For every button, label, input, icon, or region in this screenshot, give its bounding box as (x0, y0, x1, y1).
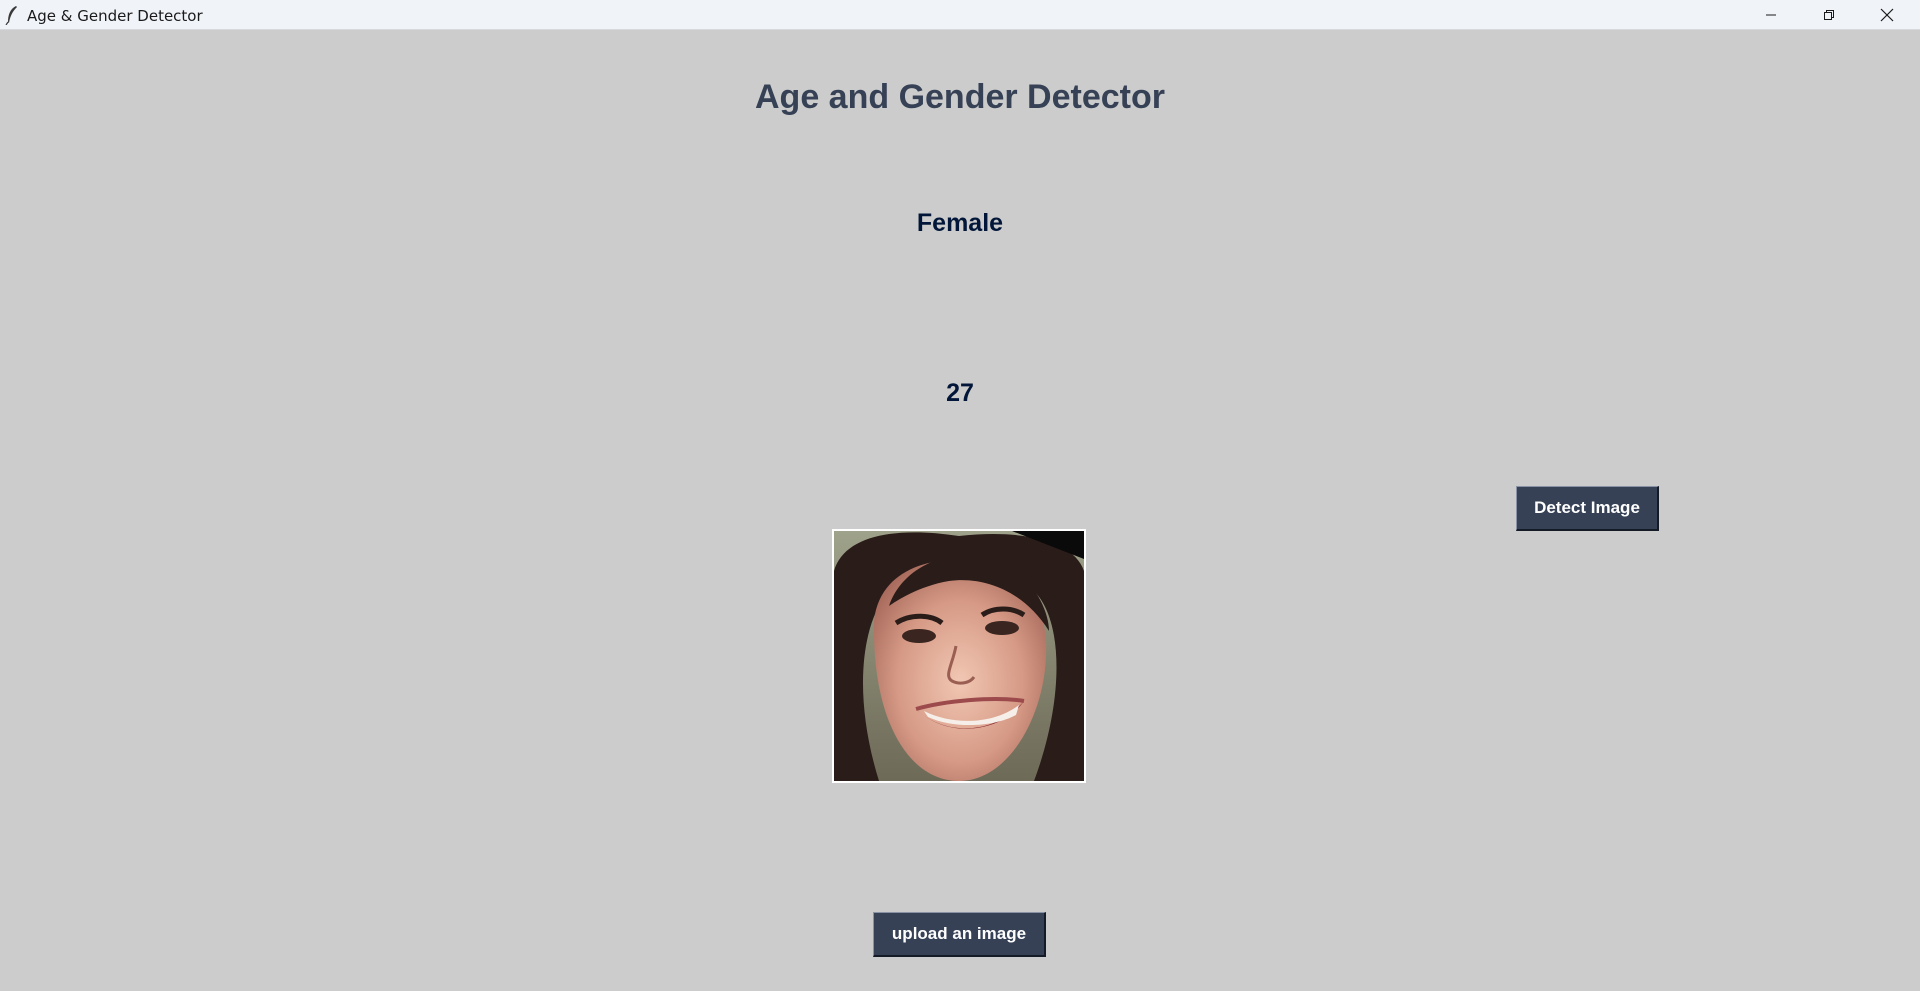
detect-image-button[interactable]: Detect Image (1516, 486, 1659, 531)
restore-button[interactable] (1800, 0, 1858, 29)
upload-image-button[interactable]: upload an image (873, 912, 1046, 957)
app-canvas: Age and Gender Detector Female 27 Detect… (0, 30, 1920, 991)
page-title: Age and Gender Detector (755, 78, 1165, 116)
uploaded-face-image (832, 529, 1086, 783)
minimize-button[interactable] (1742, 0, 1800, 29)
window-title: Age & Gender Detector (27, 7, 203, 25)
window-titlebar: Age & Gender Detector (0, 0, 1920, 30)
age-result-label: 27 (946, 379, 974, 407)
gender-result-label: Female (916, 209, 1004, 237)
minimize-icon (1766, 14, 1776, 15)
restore-icon (1824, 9, 1834, 20)
close-button[interactable] (1858, 0, 1916, 29)
close-icon (1880, 8, 1894, 21)
feather-icon (5, 6, 17, 25)
face-photo (834, 531, 1084, 781)
